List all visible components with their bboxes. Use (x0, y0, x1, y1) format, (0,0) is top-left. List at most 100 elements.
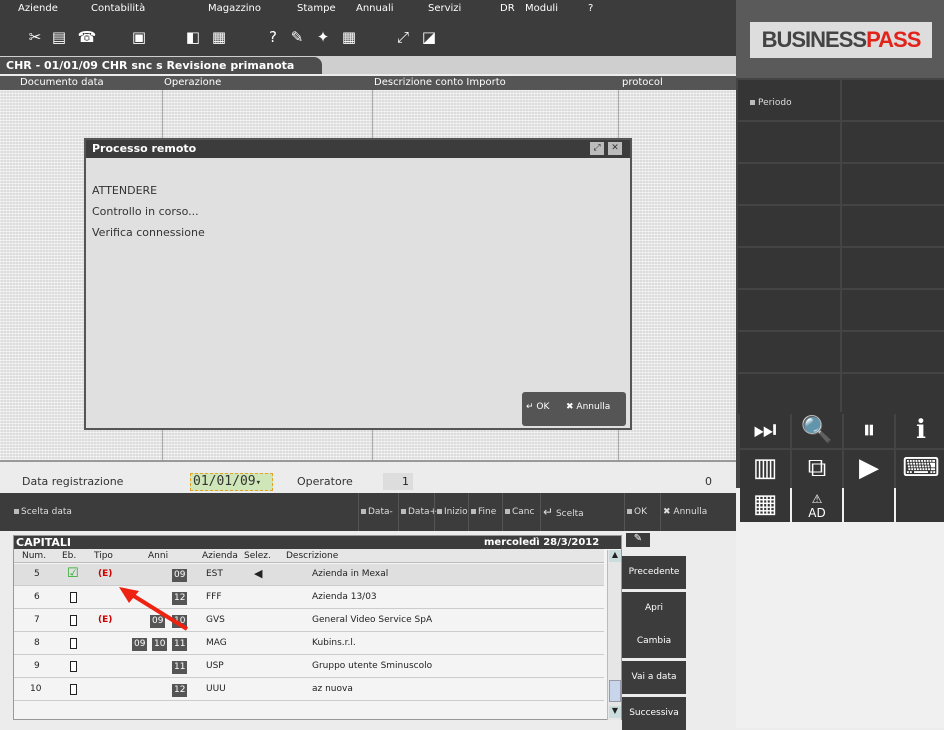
ad-button[interactable]: ⚠ AD (792, 486, 842, 522)
successiva-button[interactable]: Successiva (622, 697, 686, 730)
row-descrizione: Azienda in Mexal (312, 569, 389, 579)
vai-a-data-button[interactable]: Vai a data (622, 661, 686, 694)
calendar-icon[interactable]: ▦ (208, 28, 230, 46)
menu-stampe[interactable]: Stampe (297, 3, 336, 14)
play-icon[interactable]: ▶ (844, 450, 894, 486)
right-panel-slot[interactable] (842, 80, 944, 120)
scelta-button[interactable]: ↵ Scelta (540, 493, 586, 531)
menu-dr[interactable]: DR (500, 3, 515, 14)
menu-moduli[interactable]: Moduli (525, 3, 558, 14)
scroll-thumb[interactable] (609, 680, 621, 702)
fast-forward-icon[interactable]: ⏭ (740, 412, 790, 448)
canc-button[interactable]: Canc (502, 493, 536, 531)
col-num[interactable]: Num. (22, 551, 46, 561)
right-panel-slot[interactable] (842, 248, 944, 288)
fine-button[interactable]: Fine (468, 493, 498, 531)
chevron-down-icon[interactable]: ▾ (256, 478, 261, 488)
right-panel-slot[interactable] (738, 206, 840, 246)
checkbox[interactable] (70, 684, 77, 695)
col-selez[interactable]: Selez. (244, 551, 271, 561)
right-panel-slot[interactable] (738, 332, 840, 372)
right-panel-slot[interactable] (738, 374, 840, 414)
tab-revisione-primanota[interactable]: CHR - 01/01/09 CHR snc s Revisione prima… (0, 57, 322, 74)
table-row[interactable]: 9 11 USP Gruppo utente Sminuscolo (14, 656, 604, 678)
right-panel-slot[interactable] (842, 164, 944, 204)
annulla-button[interactable]: ✖ Annulla (660, 493, 709, 531)
right-panel-slot[interactable] (738, 122, 840, 162)
col-eb[interactable]: Eb. (62, 551, 76, 561)
barcode-icon[interactable]: ▥ (740, 450, 790, 486)
apri-button[interactable]: Apri (622, 592, 686, 625)
right-panel-slot[interactable] (738, 290, 840, 330)
scroll-down-icon[interactable]: ▼ (609, 706, 621, 718)
keyboard-icon[interactable]: ⌨ (896, 450, 944, 486)
calculator-icon[interactable]: ▦ (338, 28, 360, 46)
search-document-icon[interactable]: 🔍 (792, 412, 842, 448)
menu-magazzino[interactable]: Magazzino (208, 3, 261, 14)
right-panel-slot[interactable] (842, 290, 944, 330)
tools-icon[interactable]: ✦ (312, 28, 334, 46)
vertical-scrollbar[interactable]: ▲ ▼ (607, 550, 621, 720)
checkbox[interactable] (70, 615, 77, 626)
right-panel-slot[interactable] (842, 332, 944, 372)
grid-icon[interactable]: ▦ (740, 486, 790, 522)
scissors-icon[interactable]: ✂ (24, 28, 46, 46)
ok-button[interactable]: OK (624, 493, 649, 531)
table-row[interactable]: 10 12 UUU az nuova (14, 679, 604, 701)
edit-icon[interactable]: ✎ (626, 533, 650, 547)
right-panel-slot[interactable] (842, 206, 944, 246)
data-minus-button[interactable]: Data- (358, 493, 395, 531)
cambia-button[interactable]: Cambia (622, 625, 686, 658)
table-row[interactable]: 5 ☑ (E) 09 EST ◀ Azienda in Mexal (14, 564, 604, 586)
right-panel-slot[interactable] (842, 374, 944, 414)
menu-help[interactable]: ? (588, 3, 593, 14)
right-panel-slot[interactable] (844, 486, 894, 522)
table-row[interactable]: 7 (E) 09 10 GVS General Video Service Sp… (14, 610, 604, 632)
cancel-icon: ✖ (566, 402, 574, 412)
right-panel-slot[interactable] (738, 248, 840, 288)
year-badge: 09 (132, 638, 148, 651)
checkbox[interactable] (70, 661, 77, 672)
menu-contabilita[interactable]: Contabilità (91, 3, 145, 14)
dialog-ok-button[interactable]: ↵ OK (526, 402, 549, 412)
menu-servizi[interactable]: Servizi (428, 3, 461, 14)
right-panel-slot[interactable] (842, 122, 944, 162)
table-row[interactable]: 8 09 10 11 MAG Kubins.r.l. (14, 633, 604, 655)
expand-icon[interactable]: ⤢ (392, 28, 414, 46)
date-input[interactable]: 01/01/09▾ (190, 473, 273, 491)
dialog-cancel-button[interactable]: ✖ Annulla (566, 402, 610, 412)
printer-icon[interactable]: ▣ (128, 28, 150, 46)
col-azienda[interactable]: Azienda (202, 551, 238, 561)
checked-icon[interactable]: ☑ (67, 566, 79, 581)
info-icon[interactable]: ℹ (896, 412, 944, 448)
swap-windows-icon[interactable]: ⧉ (792, 450, 842, 486)
expand-icon[interactable]: ⤢ (590, 142, 604, 155)
precedente-button[interactable]: Precedente (622, 556, 686, 589)
document-icon[interactable]: ▤ (48, 28, 70, 46)
right-panel-slot[interactable] (896, 486, 944, 522)
menu-annuali[interactable]: Annuali (356, 3, 394, 14)
col-descrizione[interactable]: Descrizione (286, 551, 338, 561)
pause-icon[interactable]: ⏸ (844, 412, 894, 448)
help-icon[interactable]: ? (262, 28, 284, 46)
menu-aziende[interactable]: Aziende (18, 3, 58, 14)
phone-icon[interactable]: ☎ (76, 28, 98, 46)
right-panel-slot[interactable] (738, 164, 840, 204)
import-icon[interactable]: ◧ (182, 28, 204, 46)
col-tipo[interactable]: Tipo (94, 551, 113, 561)
row-num: 8 (34, 638, 40, 648)
edit-icon[interactable]: ✎ (286, 28, 308, 46)
scelta-data-button[interactable]: Scelta data (12, 493, 82, 531)
col-anni[interactable]: Anni (148, 551, 168, 561)
close-icon[interactable]: ✕ (608, 142, 622, 155)
checkbox[interactable] (70, 592, 77, 603)
operator-input[interactable]: 1 (383, 473, 413, 490)
scroll-up-icon[interactable]: ▲ (609, 550, 621, 562)
window-icon[interactable]: ◪ (418, 28, 440, 46)
inizio-button[interactable]: Inizio (434, 493, 470, 531)
checkbox[interactable] (70, 638, 77, 649)
periodo-button[interactable]: Periodo (738, 80, 840, 120)
menu-bar: Aziende Contabilità Magazzino Stampe Ann… (0, 0, 736, 18)
data-plus-button[interactable]: Data+ (398, 493, 439, 531)
table-row[interactable]: 6 12 FFF Azienda 13/03 (14, 587, 604, 609)
